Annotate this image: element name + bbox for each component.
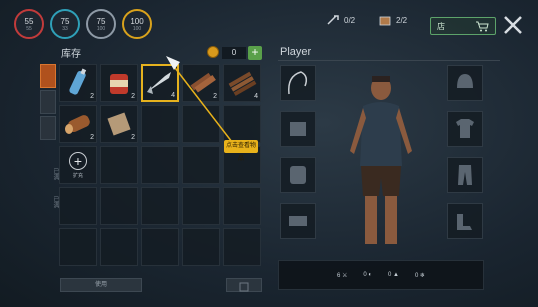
plus-icon: + bbox=[69, 152, 87, 170]
equip-slot-head[interactable] bbox=[447, 65, 483, 101]
inventory-slot[interactable] bbox=[182, 146, 220, 184]
tab-locked-2[interactable] bbox=[40, 116, 56, 140]
thirst-value: 75 bbox=[60, 16, 70, 26]
boot-stat-icon: ▲ bbox=[393, 272, 399, 278]
inventory-slot[interactable] bbox=[141, 187, 179, 225]
energy-value: 100 bbox=[130, 16, 144, 26]
tools-icon bbox=[327, 15, 339, 25]
inventory-slot[interactable] bbox=[100, 187, 138, 225]
tutorial-tooltip: 点击查看物品 bbox=[224, 140, 258, 162]
equip-slot-tool[interactable] bbox=[280, 65, 316, 101]
player-character bbox=[350, 76, 412, 244]
expand-slot-button[interactable]: + 扩充 bbox=[59, 146, 97, 184]
inventory-slot[interactable] bbox=[182, 187, 220, 225]
fishing-rod-icon bbox=[288, 71, 308, 95]
inventory-slot[interactable] bbox=[59, 187, 97, 225]
shirt-icon bbox=[456, 119, 474, 138]
cart-icon bbox=[476, 21, 489, 32]
inventory-slot[interactable]: 2 bbox=[59, 105, 97, 143]
speed-value: 0 bbox=[388, 272, 392, 278]
item-count: 2 bbox=[131, 134, 135, 141]
inventory-slot[interactable] bbox=[141, 146, 179, 184]
inventory-slot[interactable] bbox=[59, 228, 97, 266]
tab-all[interactable] bbox=[40, 64, 56, 88]
shop-label: 店 bbox=[437, 21, 445, 31]
inventory-slot[interactable]: 2 bbox=[59, 64, 97, 102]
shop-button[interactable]: 店 bbox=[430, 17, 496, 35]
attack-value: 6 bbox=[336, 272, 341, 279]
hunger-value: 75 bbox=[96, 16, 106, 26]
inventory-slot[interactable]: 2 bbox=[100, 64, 138, 102]
defense-stat: 0 ◐ bbox=[363, 272, 372, 278]
sword-icon: ⚔ bbox=[341, 272, 348, 279]
equip-slot-belt[interactable] bbox=[280, 203, 316, 239]
item-count: 2 bbox=[90, 93, 94, 100]
divider bbox=[278, 60, 500, 61]
equip-slot-pocket[interactable] bbox=[280, 111, 316, 147]
bag-counter[interactable]: 2/2 bbox=[378, 14, 407, 26]
hat-icon bbox=[457, 74, 473, 88]
snowflake-icon: ❄ bbox=[420, 272, 426, 279]
equip-slot-feet[interactable] bbox=[447, 203, 483, 239]
inventory-slot[interactable] bbox=[141, 228, 179, 266]
tools-count: 0/2 bbox=[344, 15, 356, 25]
defense-value: 0 bbox=[363, 272, 367, 278]
inventory-slot[interactable] bbox=[100, 228, 138, 266]
equip-slot-pants[interactable] bbox=[447, 157, 483, 193]
discard-button[interactable] bbox=[226, 278, 262, 292]
energy-sub: 100 bbox=[132, 25, 142, 32]
pants-icon bbox=[458, 165, 472, 185]
boots-icon bbox=[457, 214, 472, 230]
inventory-tabs bbox=[40, 64, 56, 142]
equip-slot-shirt[interactable] bbox=[447, 111, 483, 147]
backpack-icon bbox=[290, 166, 306, 184]
use-button[interactable]: 使用 bbox=[60, 278, 142, 292]
cold-stat: 0 ❄ bbox=[415, 272, 425, 279]
hand-cursor-icon bbox=[166, 56, 180, 70]
inventory-slot[interactable] bbox=[223, 187, 261, 225]
inventory-slot[interactable]: 2 bbox=[100, 105, 138, 143]
inventory-slot[interactable] bbox=[223, 228, 261, 266]
health-stat: 55 55 bbox=[14, 9, 44, 39]
thirst-stat: 75 33 bbox=[50, 9, 80, 39]
equip-slot-backpack[interactable] bbox=[280, 157, 316, 193]
player-stats-bar: 6 ⚔ 0 ◐ 0 ▲ 0 ❄ bbox=[278, 260, 484, 290]
inventory-slot[interactable] bbox=[100, 146, 138, 184]
trash-icon bbox=[239, 282, 249, 292]
belt-icon bbox=[289, 216, 307, 226]
hunger-stat: 75 100 bbox=[86, 9, 116, 39]
shield-icon: ◐ bbox=[368, 272, 373, 278]
health-value: 55 bbox=[24, 16, 34, 26]
inventory-slot[interactable] bbox=[182, 228, 220, 266]
pocket-icon bbox=[290, 122, 306, 136]
thirst-sub: 33 bbox=[62, 25, 68, 32]
expand-label: 扩充 bbox=[72, 173, 83, 179]
attack-stat: 6 ⚔ bbox=[337, 272, 347, 279]
energy-stat: 100 100 bbox=[122, 9, 152, 39]
tools-counter[interactable]: 0/2 bbox=[326, 14, 355, 26]
hunger-sub: 100 bbox=[96, 25, 106, 32]
inventory-title: 库存 bbox=[61, 49, 81, 60]
health-sub: 55 bbox=[26, 25, 32, 32]
top-bar: 55 55 75 33 75 100 100 100 0/2 2/2 店 bbox=[0, 0, 538, 46]
item-count: 2 bbox=[90, 134, 94, 141]
item-count: 2 bbox=[131, 93, 135, 100]
bag-count: 2/2 bbox=[396, 15, 408, 25]
tutorial-pointer bbox=[166, 56, 233, 143]
speed-stat: 0 ▲ bbox=[388, 272, 399, 278]
cold-value: 0 bbox=[414, 272, 419, 279]
bag-icon bbox=[379, 16, 391, 26]
close-icon[interactable] bbox=[501, 13, 525, 37]
player-title: Player bbox=[280, 46, 312, 58]
tab-locked-1[interactable] bbox=[40, 90, 56, 114]
